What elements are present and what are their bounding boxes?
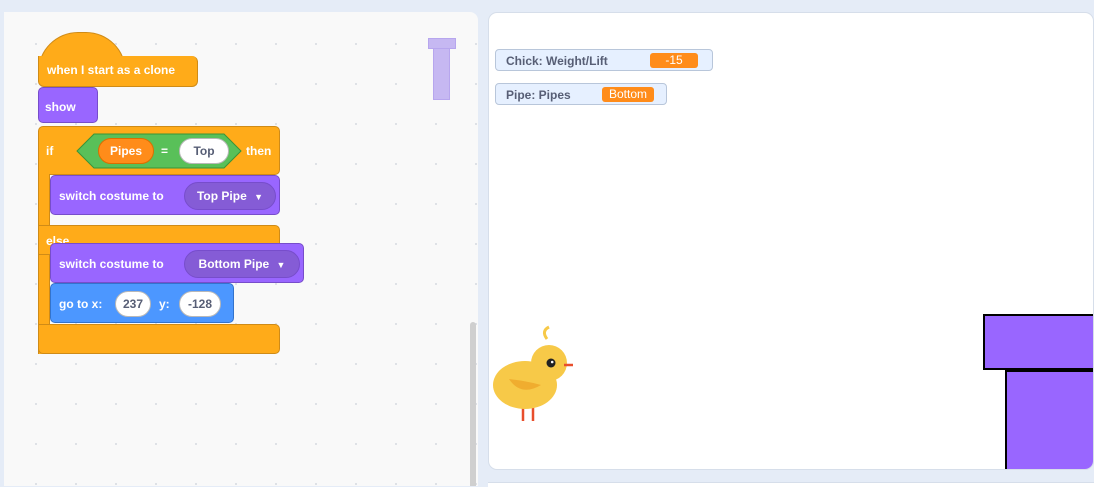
monitor-name: Pipe: Pipes	[506, 88, 571, 102]
costume-dropdown-top[interactable]: Top Pipe ▼	[184, 182, 276, 210]
costume-dropdown-bottom[interactable]: Bottom Pipe ▼	[184, 250, 300, 278]
chevron-down-icon: ▼	[254, 192, 264, 202]
monitor-value: -15	[650, 53, 698, 68]
go-to-xy-block[interactable]: go to x: 237 y: -128	[50, 283, 234, 323]
top-value-text: Top	[193, 144, 215, 158]
show-block-label: show	[45, 100, 76, 114]
equals-sign: =	[161, 144, 169, 158]
monitor-value: Bottom	[602, 87, 654, 102]
sprite-pane-edge	[488, 482, 1094, 487]
then-label: then	[246, 144, 272, 158]
y-label: y:	[159, 297, 170, 311]
when-i-start-as-clone-block[interactable]: when I start as a clone	[38, 32, 198, 87]
variable-monitor-weight-lift[interactable]: Chick: Weight/Lift -15	[495, 49, 713, 71]
hat-block-label: when I start as a clone	[47, 63, 176, 77]
code-area[interactable]: when I start as a clone show if then els…	[4, 12, 478, 486]
switch-costume-bottom-block[interactable]: switch costume to Bottom Pipe ▼	[50, 243, 304, 283]
pipe-sprite-body[interactable]	[1005, 370, 1093, 469]
stage[interactable]: Chick: Weight/Lift -15 Pipe: Pipes Botto…	[488, 12, 1094, 470]
chick-sprite[interactable]	[491, 325, 581, 425]
if-label: if	[46, 144, 54, 158]
sprite-thumbnail-pipe[interactable]	[428, 38, 456, 100]
y-value-input[interactable]: -128	[179, 291, 221, 317]
top-value-input[interactable]: Top	[179, 138, 229, 164]
x-value-input[interactable]: 237	[115, 291, 151, 317]
switch-costume-label: switch costume to	[59, 257, 164, 271]
pipe-sprite-cap[interactable]	[983, 314, 1093, 370]
x-value-text: 237	[122, 297, 144, 311]
costume-dropdown-top-label: Top Pipe	[196, 189, 247, 203]
go-to-x-label: go to x:	[59, 297, 103, 311]
switch-costume-top-block[interactable]: switch costume to Top Pipe ▼	[50, 175, 280, 215]
code-area-scrollbar[interactable]	[470, 322, 476, 486]
chevron-down-icon: ▼	[276, 260, 286, 270]
costume-dropdown-bottom-label: Bottom Pipe	[198, 257, 270, 271]
y-value-text: -128	[187, 297, 213, 311]
pipes-variable-reporter[interactable]: Pipes	[98, 138, 154, 164]
pipe-thumb-body	[433, 48, 450, 100]
monitor-name: Chick: Weight/Lift	[506, 54, 608, 68]
pipes-variable-label: Pipes	[109, 144, 142, 158]
variable-monitor-pipes[interactable]: Pipe: Pipes Bottom	[495, 83, 667, 105]
switch-costume-label: switch costume to	[59, 189, 164, 203]
show-block[interactable]: show	[38, 87, 98, 123]
if-end-bar	[38, 324, 280, 354]
